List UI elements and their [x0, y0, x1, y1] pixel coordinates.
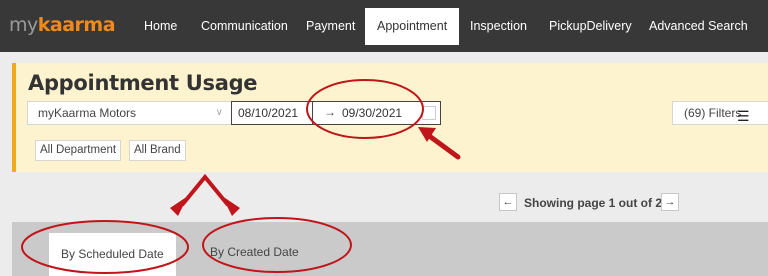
- nav-inspection[interactable]: Inspection: [470, 0, 527, 52]
- mykaarma-logo[interactable]: mykaarma: [9, 14, 116, 36]
- appointment-usage-panel: Appointment Usage myKaarma Motors ∨ 08/1…: [12, 63, 768, 172]
- filters-button[interactable]: (69) Filters ☰: [672, 101, 768, 125]
- prev-page-button[interactable]: ←: [499, 193, 517, 211]
- dealer-select[interactable]: myKaarma Motors ∨: [27, 101, 232, 125]
- date-divider: [312, 102, 313, 124]
- date-range-picker[interactable]: 08/10/2021 → 09/30/2021: [231, 101, 441, 125]
- date-range-arrow-icon: →: [324, 105, 336, 119]
- chip-all-brand[interactable]: All Brand: [129, 140, 186, 161]
- chip-all-department[interactable]: All Department: [35, 140, 122, 161]
- nav-home[interactable]: Home: [144, 0, 177, 52]
- tab-by-created-date[interactable]: By Created Date: [210, 235, 299, 269]
- top-nav-bar: mykaarma Home Communication Payment Appo…: [0, 0, 768, 52]
- tab-by-scheduled-date[interactable]: By Scheduled Date: [49, 233, 176, 276]
- next-page-button[interactable]: →: [661, 193, 679, 211]
- dealer-select-value: myKaarma Motors: [38, 106, 137, 120]
- pagination-status: Showing page 1 out of 2: [524, 196, 662, 210]
- filter-icon: ☰: [737, 108, 750, 124]
- nav-communication[interactable]: Communication: [201, 0, 288, 52]
- split-arrows-icon: [170, 173, 240, 216]
- nav-pickup-delivery[interactable]: PickupDelivery: [549, 0, 632, 52]
- date-to-input[interactable]: 09/30/2021: [342, 106, 402, 120]
- page-title: Appointment Usage: [28, 71, 258, 95]
- nav-payment[interactable]: Payment: [306, 0, 355, 52]
- calendar-icon[interactable]: [422, 106, 436, 120]
- filters-label: (69) Filters: [684, 106, 742, 120]
- date-type-tab-bar: By Scheduled Date By Created Date: [12, 222, 768, 276]
- chevron-down-icon: ∨: [215, 107, 223, 118]
- date-from-input[interactable]: 08/10/2021: [238, 106, 298, 120]
- nav-appointment[interactable]: Appointment: [365, 8, 460, 45]
- nav-advanced-search[interactable]: Advanced Search: [649, 0, 748, 52]
